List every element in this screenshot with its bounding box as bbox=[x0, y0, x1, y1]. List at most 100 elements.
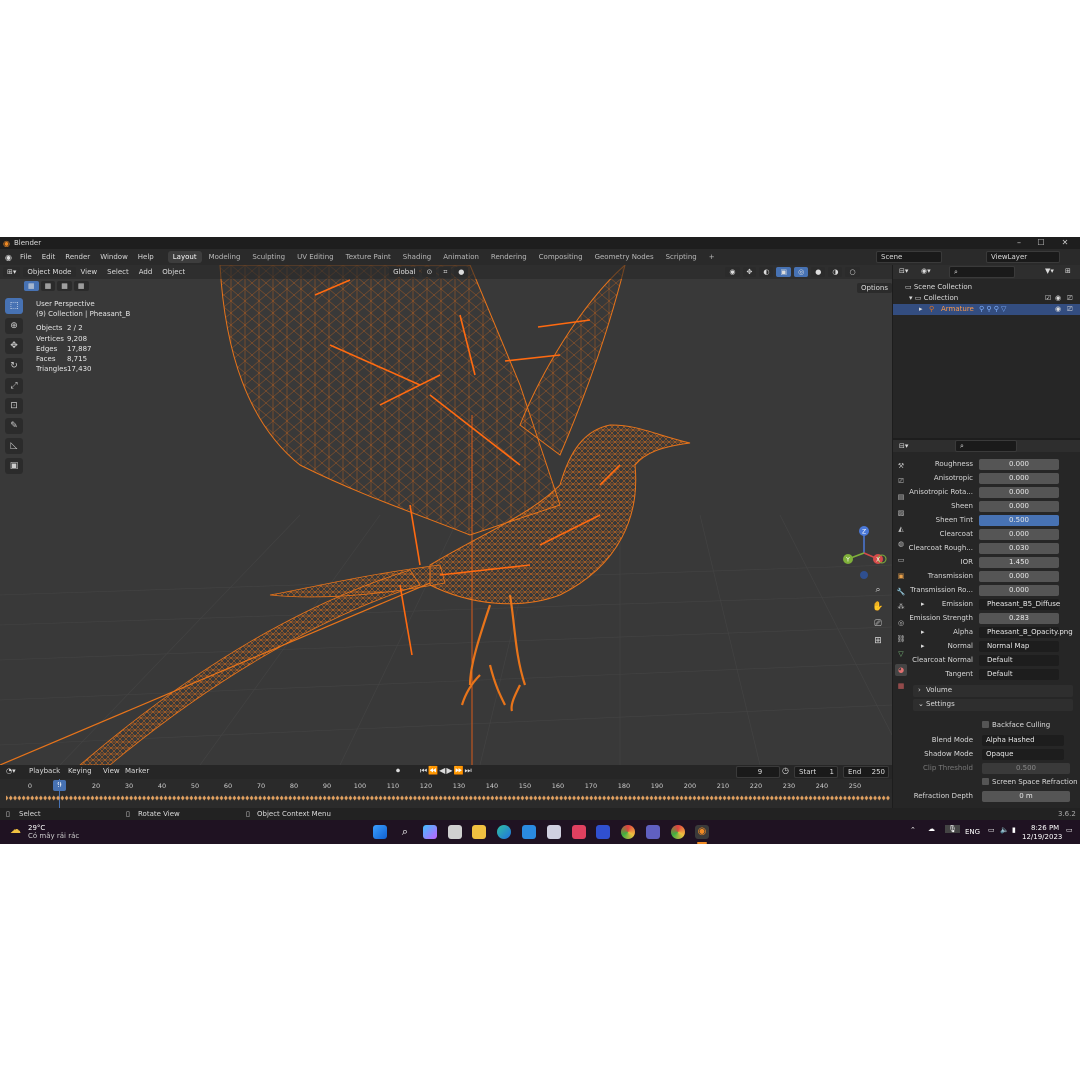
end-frame-field[interactable]: End 250 bbox=[843, 766, 889, 778]
tab-shading[interactable]: Shading bbox=[398, 251, 436, 263]
setting-backface-culling[interactable]: Backface Culling bbox=[893, 720, 1080, 732]
pan-hand-icon[interactable]: ✋ bbox=[871, 600, 885, 614]
transform-orientation[interactable]: Global bbox=[389, 267, 420, 277]
search-icon[interactable]: ⌕ bbox=[398, 825, 412, 839]
frame-ruler[interactable]: 9 02030405060708090100110120130140150160… bbox=[0, 779, 892, 793]
camera-icon[interactable]: ⎚ bbox=[871, 617, 885, 631]
measure-tool-icon[interactable]: ◺ bbox=[5, 438, 23, 454]
shading-material-icon[interactable]: ◑ bbox=[828, 267, 843, 277]
gizmo-toggle-icon[interactable]: ✥ bbox=[742, 267, 757, 277]
app-grid-icon[interactable] bbox=[572, 825, 586, 839]
edge-icon[interactable] bbox=[497, 825, 511, 839]
jump-end-icon[interactable]: ⏭ bbox=[464, 766, 472, 775]
tree-collection[interactable]: ▾ ▭ Collection bbox=[909, 294, 958, 302]
viewport-menu-add[interactable]: Add bbox=[134, 268, 158, 276]
start-icon[interactable] bbox=[373, 825, 387, 839]
menu-render[interactable]: Render bbox=[60, 253, 95, 261]
armature-render-icon[interactable]: ⎚ bbox=[1067, 305, 1073, 314]
section-volume[interactable]: › Volume bbox=[913, 685, 1073, 697]
blend-mode-dropdown[interactable]: Alpha Hashed bbox=[982, 735, 1064, 746]
notifications-icon[interactable]: ▭ bbox=[1066, 826, 1073, 834]
select-extend-icon[interactable]: ▦ bbox=[40, 281, 56, 291]
viewport-menu-view[interactable]: View bbox=[76, 268, 103, 276]
viewport-menu-object[interactable]: Object bbox=[157, 268, 190, 276]
blender-menu-icon[interactable]: ◉ bbox=[5, 253, 12, 262]
mic-muted-icon[interactable]: 🎙 bbox=[945, 825, 960, 833]
collection-checkbox-icon[interactable]: ☑ bbox=[1045, 294, 1051, 302]
menu-edit[interactable]: Edit bbox=[37, 253, 61, 261]
shadow-mode-dropdown[interactable]: Opaque bbox=[982, 749, 1064, 760]
display-mode-icon[interactable]: ◉▾ bbox=[921, 267, 931, 275]
file-explorer-icon[interactable] bbox=[472, 825, 486, 839]
timeline-menu-keying[interactable]: Keying bbox=[63, 767, 97, 775]
xray-toggle-icon[interactable]: ▣ bbox=[776, 267, 792, 277]
menu-file[interactable]: File bbox=[15, 253, 37, 261]
viewport-menu-select[interactable]: Select bbox=[102, 268, 134, 276]
cloud-icon[interactable]: ☁ bbox=[928, 825, 935, 833]
current-frame-field[interactable]: 9 bbox=[736, 766, 780, 778]
move-tool-icon[interactable]: ✥ bbox=[5, 338, 23, 354]
shading-wireframe-icon[interactable]: ◎ bbox=[794, 267, 809, 277]
outliner-search-input[interactable]: ⌕ bbox=[949, 266, 1015, 278]
checkbox-icon[interactable] bbox=[982, 721, 989, 728]
tree-armature-row[interactable]: ▸ ⚲ Armature ⚲ ⚲ ⚲ ▽ ◉ ⎚ bbox=[893, 304, 1080, 315]
tree-scene-collection[interactable]: ▭ Scene Collection bbox=[905, 283, 972, 291]
proportional-edit-icon[interactable]: ● bbox=[454, 267, 469, 277]
tab-sculpting[interactable]: Sculpting bbox=[247, 251, 290, 263]
add-cube-tool-icon[interactable]: ▣ bbox=[5, 458, 23, 474]
volume-icon[interactable]: 🔈 bbox=[1000, 826, 1009, 834]
snap-icon[interactable]: ⌗ bbox=[439, 266, 452, 278]
chevron-up-icon[interactable]: ⌃ bbox=[910, 826, 916, 834]
menu-window[interactable]: Window bbox=[95, 253, 133, 261]
clock-date[interactable]: 12/19/2023 bbox=[1022, 833, 1062, 841]
view-layer-selector[interactable]: ViewLayer bbox=[986, 251, 1060, 263]
next-key-icon[interactable]: ⏩ bbox=[453, 766, 464, 775]
chrome-icon[interactable] bbox=[621, 825, 635, 839]
select-box-tool-icon[interactable]: ⬚ bbox=[5, 298, 23, 314]
tab-animation[interactable]: Animation bbox=[438, 251, 484, 263]
properties-editor-icon[interactable]: ⊟▾ bbox=[899, 442, 908, 450]
jump-start-icon[interactable]: ⏮ bbox=[420, 766, 428, 775]
battery-icon[interactable]: ▮ bbox=[1012, 826, 1016, 834]
windows-app-icon[interactable] bbox=[522, 825, 536, 839]
texture-tab-icon[interactable]: ▦ bbox=[895, 680, 907, 692]
expand-icon[interactable]: ▸ bbox=[921, 642, 925, 650]
cursor-tool-icon[interactable]: ⊕ bbox=[5, 318, 23, 334]
tab-layout[interactable]: Layout bbox=[167, 251, 202, 263]
collection-render-icon[interactable]: ⎚ bbox=[1067, 294, 1073, 303]
properties-search-input[interactable]: ⌕ bbox=[955, 440, 1017, 452]
expand-icon[interactable]: ▸ bbox=[919, 305, 923, 313]
armature-visibility-icon[interactable]: ◉ bbox=[1055, 305, 1061, 313]
expand-icon[interactable]: ▸ bbox=[921, 628, 925, 636]
zoom-icon[interactable]: ⌕ bbox=[871, 583, 885, 597]
add-workspace-icon[interactable]: + bbox=[704, 251, 720, 263]
close-icon[interactable]: ✕ bbox=[1054, 237, 1076, 249]
timeline-editor-icon[interactable]: ◔▾ bbox=[6, 767, 16, 775]
language-indicator[interactable]: ENG bbox=[965, 828, 980, 836]
select-subtract-icon[interactable]: ▦ bbox=[57, 281, 72, 291]
mode-selector[interactable]: Object Mode bbox=[23, 267, 76, 277]
pivot-icon[interactable]: ⊙ bbox=[422, 267, 437, 277]
record-icon[interactable]: ⏺ bbox=[396, 766, 400, 776]
menu-help[interactable]: Help bbox=[133, 253, 159, 261]
transform-tool-icon[interactable]: ⊡ bbox=[5, 398, 23, 414]
minimize-icon[interactable]: – bbox=[1008, 237, 1030, 249]
rotate-tool-icon[interactable]: ↻ bbox=[5, 358, 23, 374]
shading-solid-icon[interactable]: ● bbox=[811, 267, 826, 277]
checkbox-icon[interactable] bbox=[982, 778, 989, 785]
select-invert-icon[interactable]: ▦ bbox=[73, 281, 89, 291]
keyframe-strip[interactable] bbox=[0, 795, 892, 801]
teams-icon[interactable] bbox=[646, 825, 660, 839]
tab-uv-editing[interactable]: UV Editing bbox=[292, 251, 339, 263]
grid-view-icon[interactable]: ⊞ bbox=[871, 634, 885, 648]
timeline-menu-playback[interactable]: Playback bbox=[24, 767, 65, 775]
collection-visibility-icon[interactable]: ◉ bbox=[1055, 294, 1061, 302]
editor-type-icon[interactable]: ⊞▾ bbox=[3, 267, 21, 277]
display-icon[interactable]: ▭ bbox=[988, 826, 995, 834]
start-frame-field[interactable]: Start 1 bbox=[794, 766, 838, 778]
blender-taskbar-icon[interactable]: ◉ bbox=[695, 825, 709, 839]
clock-time[interactable]: 8:26 PM bbox=[1031, 824, 1059, 832]
scene-selector[interactable]: Scene bbox=[876, 251, 942, 263]
filter-icon[interactable]: ▼▾ bbox=[1045, 267, 1054, 275]
visibility-icon[interactable]: ◉ bbox=[725, 267, 740, 277]
